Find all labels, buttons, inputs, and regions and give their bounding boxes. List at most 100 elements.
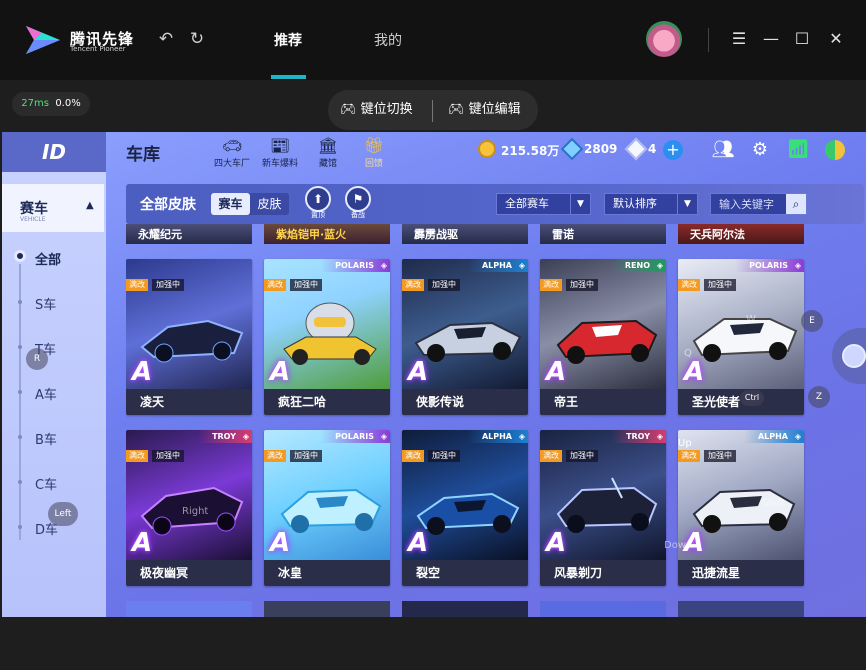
car-silhouette xyxy=(280,488,382,533)
sidebar-item-a[interactable]: A车 xyxy=(35,384,57,403)
undo-icon[interactable]: ↶ xyxy=(156,29,176,49)
logo-subtitle: Tencent Pioneer xyxy=(70,45,126,53)
page-title: 车库 xyxy=(126,145,160,165)
key-overlay-q: Q xyxy=(684,348,692,359)
status-badge: 加强中 xyxy=(428,450,460,462)
filter-title: 全部皮肤 xyxy=(140,197,196,213)
rank-badge: A xyxy=(270,357,291,387)
key-edit-button[interactable]: 🎮︎ 键位编辑 xyxy=(448,90,521,130)
card-partial[interactable]: 天兵阿尔法 xyxy=(678,224,804,244)
brand-badge: POLARIS xyxy=(321,430,390,443)
search-box: ⌕ xyxy=(710,193,807,215)
game-viewport[interactable]: ID 赛车 VEHICLE ▲ 全部 S车 T车 A车 B车 C车 D车 R L… xyxy=(2,132,866,617)
refresh-icon[interactable]: ↻ xyxy=(187,29,207,49)
car-card[interactable]: POLARIS 满改 加强中 A 冰皇 xyxy=(264,430,390,586)
coin-icon xyxy=(478,140,496,158)
car-card[interactable]: TROY 满改 加强中 A 风暴剃刀 xyxy=(540,430,666,586)
toggle-car[interactable]: 赛车 xyxy=(211,193,250,215)
car-name: 极夜幽冥 xyxy=(126,560,252,586)
status-badge: 加强中 xyxy=(152,450,184,462)
shortcut-feedback[interactable]: 🎁︎ 回馈 xyxy=(352,136,396,169)
tab-recommend[interactable]: 推荐 xyxy=(274,30,302,50)
tab-mine[interactable]: 我的 xyxy=(374,30,402,50)
key-overlay-left: Left xyxy=(48,502,78,526)
gift-icon: 🎁︎ xyxy=(363,136,385,155)
minimize-icon[interactable]: — xyxy=(761,28,781,50)
close-icon[interactable]: ✕ xyxy=(826,28,846,50)
friends-icon[interactable]: 👥︎ xyxy=(710,138,736,162)
app-titlebar: 腾讯先锋 Tencent Pioneer ↶ ↻ 推荐 我的 ☰ — ☐ ✕ xyxy=(0,0,866,80)
sidebar-item-s[interactable]: S车 xyxy=(35,294,56,313)
car-silhouette xyxy=(283,302,377,365)
car-name: 帝王 xyxy=(540,389,666,415)
gear-icon[interactable]: ⚙ xyxy=(747,138,773,162)
card-partial[interactable]: 霹雳战驱 xyxy=(402,224,528,244)
sidebar-item-all[interactable]: 全部 xyxy=(35,249,61,268)
car-card[interactable]: 满改 加强中 A 凌天 xyxy=(126,259,252,415)
rank-badge: A xyxy=(408,357,429,387)
key-overlay-shift: Shift xyxy=(762,498,785,509)
network-status: 27ms 0.0% xyxy=(12,92,90,116)
status-badge: 加强中 xyxy=(152,279,184,291)
category-vehicle[interactable]: 赛车 VEHICLE ▲ xyxy=(2,184,104,232)
car-card[interactable]: ALPHA 满改 加强中 A 侠影传说 xyxy=(402,259,528,415)
car-card[interactable]: ALPHA 满改 加强中 A 裂空 xyxy=(402,430,528,586)
divider xyxy=(708,28,709,52)
add-currency-button[interactable]: + xyxy=(663,140,683,160)
car-card[interactable]: POLARIS 满改 加强中 A 圣光使者 xyxy=(678,259,804,415)
timeline-line xyxy=(19,264,21,540)
rank-badge: A xyxy=(684,357,705,387)
pin-top-button[interactable]: ⬆ 置顶 xyxy=(304,186,332,222)
card-partial[interactable]: 紫焰铠甲·蓝火 xyxy=(264,224,390,244)
key-overlay-r: R xyxy=(26,348,48,370)
sidebar-item-c[interactable]: C车 xyxy=(35,474,57,493)
status-badge: 加强中 xyxy=(566,279,598,291)
search-icon[interactable]: ⌕ xyxy=(786,194,806,214)
key-switch-button[interactable]: 🎮︎ 键位切换 xyxy=(340,90,413,130)
search-input[interactable] xyxy=(711,194,787,214)
key-overlay-ctrl: Ctrl xyxy=(740,390,764,406)
rank-badge: A xyxy=(546,528,567,558)
maximize-icon[interactable]: ☐ xyxy=(792,28,812,50)
car-card[interactable]: POLARIS 满改 加强中 A 疯狂二哈 xyxy=(264,259,390,415)
status-badge: 满改 xyxy=(264,450,286,462)
car-card[interactable]: RENO 满改 加强中 A 帝王 xyxy=(540,259,666,415)
card-partial[interactable]: 永耀纪元 xyxy=(126,224,252,244)
car-silhouette xyxy=(692,318,798,362)
filter-bar: 全部皮肤 赛车 皮肤 ⬆ 置顶 ⚑ 备战 全部赛车 ▼ 默认排序 ▼ ⌕ xyxy=(126,184,864,224)
museum-icon: 🏛︎ xyxy=(317,136,339,155)
wifi-icon: 📶︎ xyxy=(786,139,810,160)
car-name: 迅捷流星 xyxy=(678,560,804,586)
rank-badge: A xyxy=(270,528,291,558)
selected-dot-icon xyxy=(14,250,26,262)
flag-icon: ⚑ xyxy=(345,186,371,212)
shortcut-factories[interactable]: 🚗︎ 四大车厂 xyxy=(210,136,254,169)
status-icon[interactable] xyxy=(822,138,848,162)
prepare-button[interactable]: ⚑ 备战 xyxy=(344,186,372,222)
brand-badge: RENO xyxy=(610,259,666,272)
key-overlay-w: W xyxy=(746,314,756,325)
app-logo: 腾讯先锋 Tencent Pioneer xyxy=(24,22,134,58)
brand-badge: TROY xyxy=(198,430,252,443)
key-overlay-e: E xyxy=(801,310,823,332)
menu-icon[interactable]: ☰ xyxy=(729,28,749,50)
car-grid: 永耀纪元 紫焰铠甲·蓝火 霹雳战驱 雷诺 天兵阿尔法 满改 加强中 A 凌天 P… xyxy=(126,224,866,617)
card-partial[interactable]: 雷诺 xyxy=(540,224,666,244)
brand-badge: POLARIS xyxy=(735,259,804,272)
car-card[interactable]: ALPHA 满改 加强中 A 迅捷流星 xyxy=(678,430,804,586)
chevron-down-icon: ▼ xyxy=(570,194,590,214)
status-badge: 加强中 xyxy=(290,279,322,291)
status-badge: 加强中 xyxy=(290,450,322,462)
car-filter-select[interactable]: 全部赛车 ▼ xyxy=(496,193,591,215)
latency-value: 27ms xyxy=(21,98,49,109)
shortcut-news[interactable]: 📰︎ 新车爆料 xyxy=(258,136,302,169)
category-sidebar: ID 赛车 VEHICLE ▲ 全部 S车 T车 A车 B车 C车 D车 R L… xyxy=(2,132,106,617)
shortcut-museum[interactable]: 🏛︎ 藏馆 xyxy=(306,136,350,169)
brand-badge: TROY xyxy=(612,430,666,443)
sidebar-item-b[interactable]: B车 xyxy=(35,429,57,448)
user-avatar[interactable] xyxy=(646,21,682,57)
key-overlay-down: Down xyxy=(664,540,693,551)
brand-badge: ALPHA xyxy=(467,259,528,272)
toggle-skin[interactable]: 皮肤 xyxy=(250,193,289,215)
sort-select[interactable]: 默认排序 ▼ xyxy=(604,193,698,215)
